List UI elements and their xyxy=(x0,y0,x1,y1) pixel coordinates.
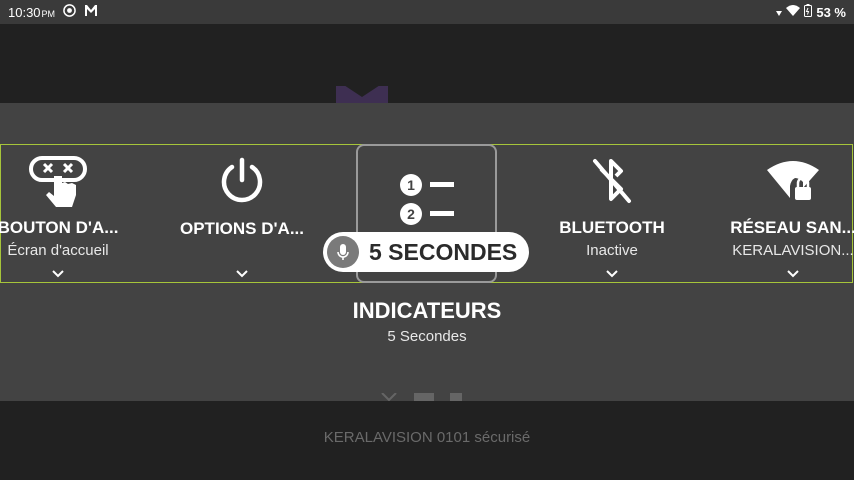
chevron-down-icon xyxy=(51,265,65,283)
bluetooth-off-icon xyxy=(587,147,637,214)
bluetooth-icon xyxy=(381,393,397,401)
app-logo-icon xyxy=(84,4,98,20)
selected-item-title: INDICATEURS xyxy=(352,298,502,323)
menu-item-title: BOUTON D'A... xyxy=(0,218,119,237)
flashlight-icon xyxy=(450,393,462,401)
numbered-list-icon: 1 2 xyxy=(398,170,458,235)
microphone-icon xyxy=(327,236,359,268)
power-icon xyxy=(217,147,267,215)
voice-command-text: 5 SECONDES xyxy=(369,238,518,265)
menu-item-title: BLUETOOTH xyxy=(559,218,665,237)
status-bar: 10:30PM 53 % xyxy=(0,0,854,24)
clock: 10:30PM xyxy=(8,4,56,20)
menu-item-subtitle: KERALAVISION... xyxy=(732,242,854,259)
battery-icon xyxy=(804,4,813,20)
chevron-down-icon xyxy=(786,265,800,283)
signal-icon xyxy=(776,5,783,20)
background-wifi-status: KERALAVISION 0101 sécurisé xyxy=(323,429,531,446)
menu-item-power-options[interactable]: OPTIONS D'A... xyxy=(178,145,306,283)
background-quick-icons xyxy=(380,393,462,401)
menu-item-title: OPTIONS D'A... xyxy=(180,218,304,238)
svg-text:1: 1 xyxy=(407,177,415,193)
selected-item-subtitle: 5 Secondes xyxy=(387,328,467,345)
wifi-lock-icon xyxy=(765,147,821,214)
menu-item-bluetooth[interactable]: BLUETOOTH Inactive xyxy=(552,145,672,283)
menu-item-home-button[interactable]: BOUTON D'A... Écran d'accueil xyxy=(0,145,119,283)
chevron-down-icon xyxy=(235,265,249,283)
svg-text:2: 2 xyxy=(407,206,415,222)
touch-gesture-icon xyxy=(27,147,89,214)
menu-item-title: RÉSEAU SAN... xyxy=(730,218,854,237)
menu-item-wireless-network[interactable]: RÉSEAU SAN... KERALAVISION... xyxy=(730,145,854,283)
rotate-icon xyxy=(414,393,434,401)
wifi-icon xyxy=(786,4,801,20)
chevron-down-icon xyxy=(605,265,619,283)
battery-percent: 53 % xyxy=(816,4,846,20)
menu-item-subtitle: Écran d'accueil xyxy=(7,242,109,259)
chrome-icon xyxy=(63,4,76,20)
voice-command-pill: 5 SECONDES xyxy=(323,232,529,272)
menu-item-subtitle: Inactive xyxy=(586,242,638,259)
